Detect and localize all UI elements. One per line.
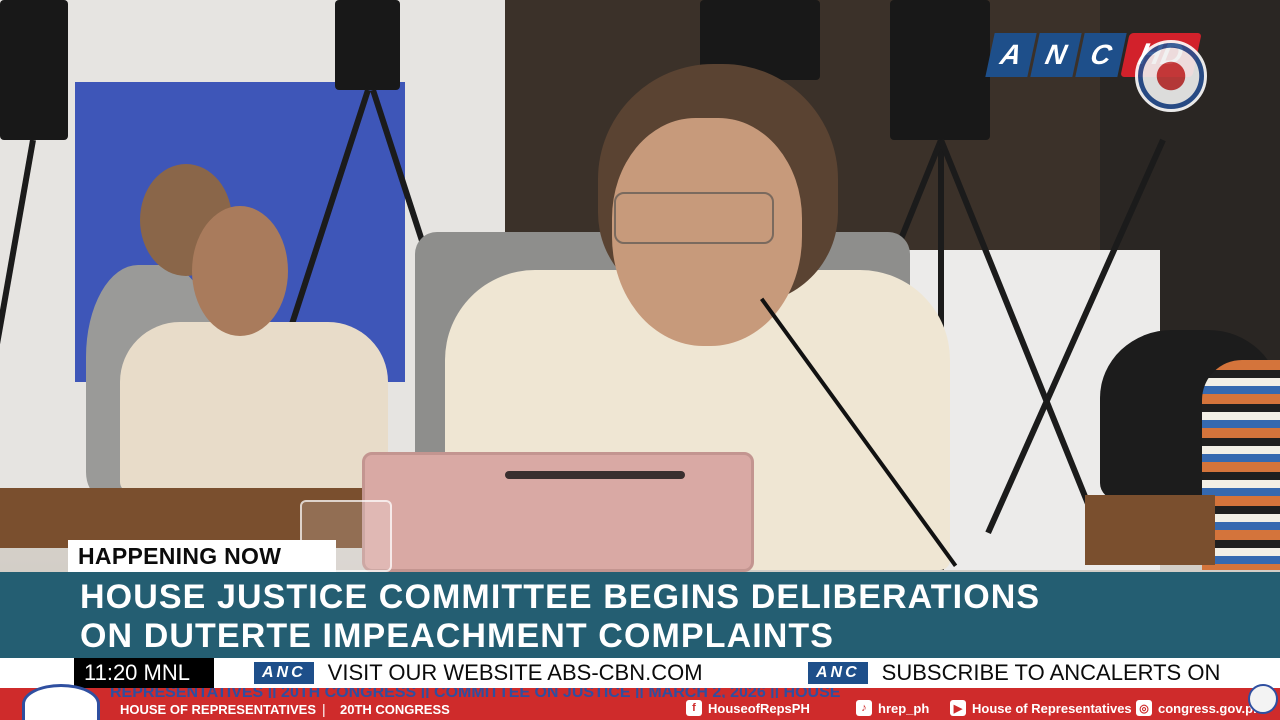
woman-head	[192, 206, 288, 336]
social-label: HouseofRepsPH	[708, 700, 810, 716]
headline-line-1: HOUSE JUSTICE COMMITTEE BEGINS DELIBERAT…	[80, 578, 1041, 616]
social-label: hrep_ph	[878, 700, 930, 716]
logo-letter-c: C	[1075, 33, 1127, 77]
happening-now-tag: HAPPENING NOW	[68, 540, 336, 573]
congress-label: 20TH CONGRESS	[340, 702, 450, 717]
anc-ticker-logo: ANC	[808, 662, 868, 684]
round-seal-icon	[1248, 684, 1278, 714]
social-website: ◎ congress.gov.ph	[1136, 700, 1261, 716]
tiktok-icon: ♪	[856, 700, 872, 716]
house-seal-watermark	[1135, 40, 1207, 112]
social-facebook-x: f HouseofRepsPH	[686, 700, 810, 716]
globe-icon: ◎	[1136, 700, 1152, 716]
house-logo	[22, 684, 100, 720]
facebook-x-icon: f	[686, 700, 702, 716]
ticker-item-website: ANC VISIT OUR WEBSITE ABS-CBN.COM	[254, 658, 703, 688]
ticker-text-website: VISIT OUR WEBSITE ABS-CBN.COM	[327, 660, 703, 685]
tablet-slot	[505, 471, 685, 479]
camera-left	[0, 0, 68, 140]
house-scroll-text: REPRESENTATIVES || 20TH CONGRESS || COMM…	[110, 688, 841, 698]
youtube-icon: ▶	[950, 700, 966, 716]
happening-now-label: HAPPENING NOW	[78, 543, 282, 569]
woman-staff	[120, 322, 388, 492]
camera-right	[890, 0, 990, 140]
logo-letter-a: A	[985, 33, 1037, 77]
desk-right	[1085, 495, 1215, 565]
headline-line-2: ON DUTERTE IMPEACHMENT COMPLAINTS	[80, 617, 835, 655]
camera-center-left	[335, 0, 400, 90]
logo-letter-n: N	[1030, 33, 1082, 77]
social-youtube: ▶ House of Representatives	[950, 700, 1132, 716]
ticker-item-subscribe: ANC SUBSCRIBE TO ANCALERTS ON	[808, 658, 1220, 688]
social-label: House of Representatives	[972, 700, 1132, 716]
ticker-text-subscribe: SUBSCRIBE TO ANCALERTS ON	[881, 660, 1221, 685]
house-separator: |	[322, 701, 326, 717]
social-tiktok: ♪ hrep_ph	[856, 700, 929, 716]
time-display: 11:20 MNL	[74, 658, 214, 688]
tablet	[362, 452, 754, 572]
eyeglasses	[614, 192, 774, 244]
anc-ticker-logo: ANC	[254, 662, 314, 684]
house-label: HOUSE OF REPRESENTATIVES	[120, 702, 316, 717]
social-label: congress.gov.ph	[1158, 700, 1262, 716]
